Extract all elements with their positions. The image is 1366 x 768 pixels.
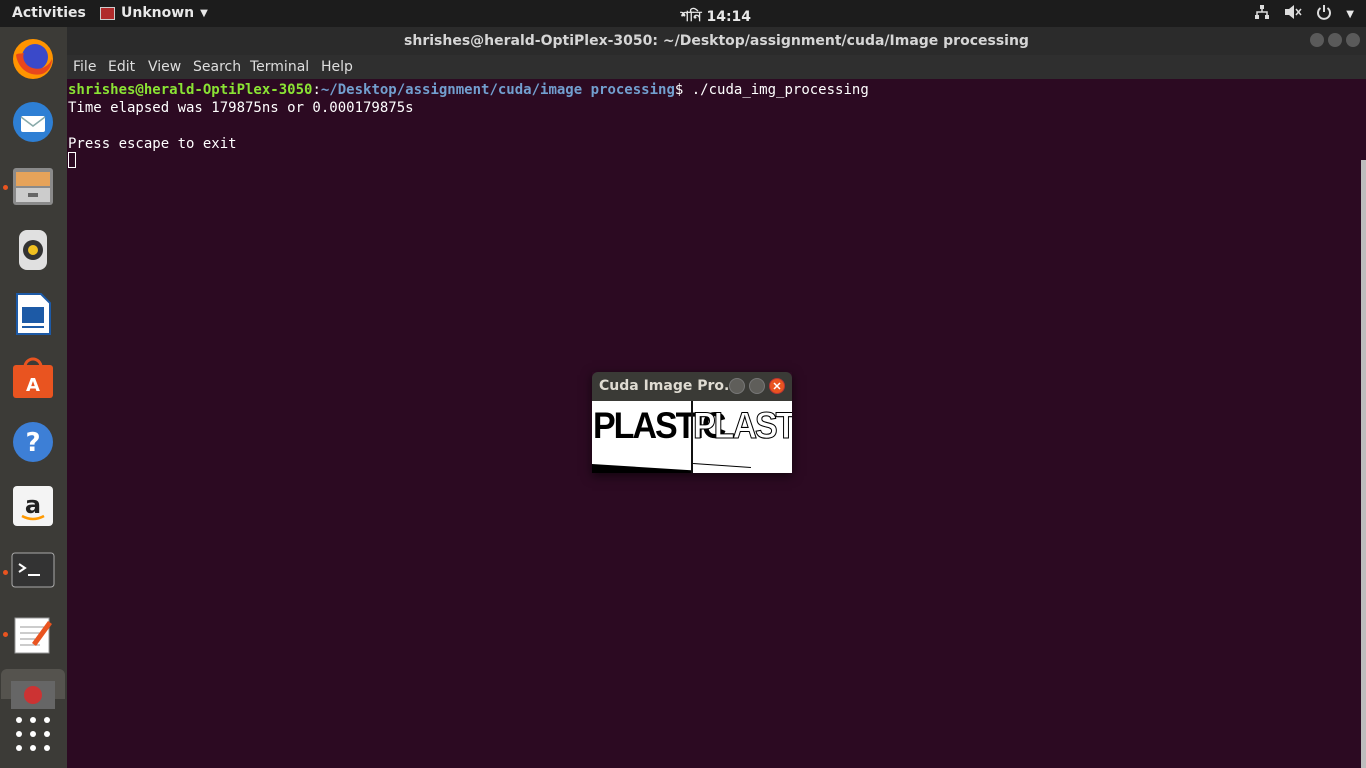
- terminal-title: shrishes@herald-OptiPlex-3050: ~/Desktop…: [404, 33, 1029, 49]
- prompt-path: ~/Desktop/assignment/cuda/image processi…: [320, 82, 675, 98]
- prompt-separator: :: [312, 82, 321, 98]
- thunderbird-icon[interactable]: [10, 99, 56, 145]
- power-icon[interactable]: [1316, 4, 1332, 24]
- close-button[interactable]: [1346, 33, 1360, 47]
- svg-text:a: a: [25, 491, 41, 519]
- menu-search[interactable]: Search: [193, 59, 241, 75]
- help-icon[interactable]: ?: [10, 419, 56, 465]
- rhythmbox-icon[interactable]: [10, 227, 56, 273]
- output-line: Press escape to exit: [68, 136, 237, 152]
- running-indicator: [3, 632, 8, 637]
- menu-help[interactable]: Help: [321, 59, 353, 75]
- image-viewer-icon[interactable]: [1, 669, 65, 709]
- terminal-mini-icon: [100, 6, 115, 20]
- network-icon[interactable]: [1254, 4, 1270, 24]
- terminal-scrollbar[interactable]: [1361, 160, 1366, 768]
- system-tray[interactable]: ▼: [1254, 4, 1354, 24]
- terminal-menubar: File Edit View Search Terminal Help: [67, 55, 1366, 79]
- firefox-icon[interactable]: [10, 35, 56, 81]
- edge-detected-image-text: PLASTIC: [692, 404, 792, 447]
- ubuntu-software-icon[interactable]: A: [10, 355, 56, 401]
- text-cursor: [68, 152, 76, 168]
- volume-muted-icon[interactable]: [1284, 4, 1302, 24]
- app-menu[interactable]: Unknown ▼: [100, 5, 208, 21]
- top-bar: Activities Unknown ▼ শনি 14:14 ▼: [0, 0, 1366, 27]
- cuda-window-titlebar[interactable]: Cuda Image Pro...: [592, 372, 792, 401]
- maximize-button[interactable]: [749, 378, 765, 394]
- files-icon[interactable]: [10, 163, 56, 209]
- minimize-button[interactable]: [1310, 33, 1324, 47]
- running-indicator: [3, 185, 8, 190]
- svg-text:A: A: [26, 375, 40, 396]
- cuda-image-window[interactable]: Cuda Image Pro... PLASTIC PLASTIC: [592, 372, 792, 473]
- chevron-down-icon: ▼: [200, 7, 208, 19]
- dock: A ? a: [0, 27, 67, 768]
- prompt-user: shrishes@herald-OptiPlex-3050: [68, 82, 313, 98]
- terminal-titlebar[interactable]: shrishes@herald-OptiPlex-3050: ~/Desktop…: [67, 27, 1366, 55]
- menu-file[interactable]: File: [73, 59, 96, 75]
- command-line: shrishes@herald-OptiPlex-3050:~/Desktop/…: [68, 81, 869, 99]
- menu-terminal[interactable]: Terminal: [250, 59, 309, 75]
- minimize-button[interactable]: [729, 378, 745, 394]
- text-editor-icon[interactable]: [10, 611, 56, 657]
- running-indicator: [3, 570, 8, 575]
- maximize-button[interactable]: [1328, 33, 1342, 47]
- show-applications-icon[interactable]: [16, 717, 50, 751]
- output-line: Time elapsed was 179875ns or 0.000179875…: [68, 100, 414, 116]
- menu-view[interactable]: View: [148, 59, 181, 75]
- chevron-down-icon[interactable]: ▼: [1346, 9, 1354, 20]
- amazon-icon[interactable]: a: [10, 483, 56, 529]
- prompt-command: $ ./cuda_img_processing: [674, 82, 869, 98]
- image-bottom-edge: [693, 462, 751, 469]
- activities-button[interactable]: Activities: [12, 5, 86, 21]
- menu-edit[interactable]: Edit: [108, 59, 135, 75]
- processed-image: PLASTIC PLASTIC: [592, 401, 792, 473]
- image-bottom-shadow: [592, 464, 691, 473]
- close-icon: [773, 382, 781, 390]
- terminal-icon[interactable]: [10, 547, 56, 593]
- svg-text:?: ?: [25, 428, 40, 458]
- close-button[interactable]: [769, 378, 785, 394]
- libreoffice-writer-icon[interactable]: [10, 291, 56, 337]
- cuda-window-title: Cuda Image Pro...: [599, 378, 740, 394]
- app-menu-label: Unknown: [121, 5, 195, 21]
